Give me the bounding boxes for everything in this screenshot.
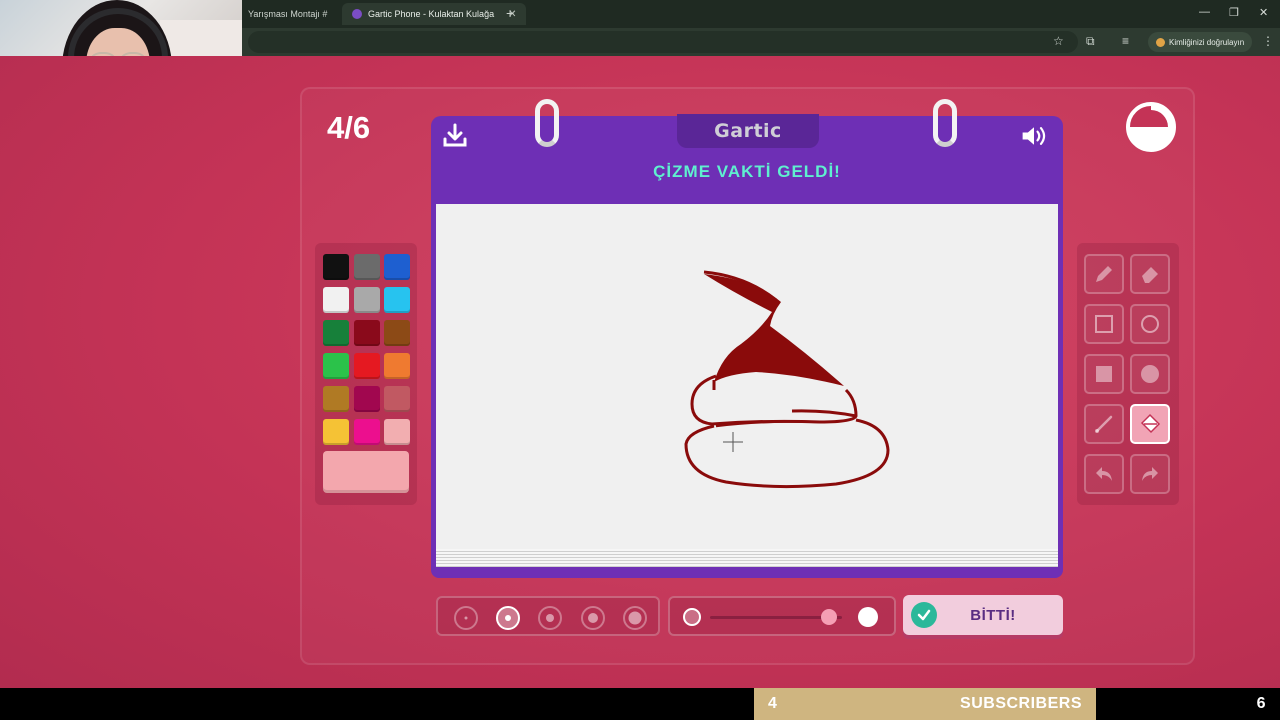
favicon-icon <box>352 9 362 19</box>
bookmark-star-icon[interactable]: ☆ <box>1053 34 1064 48</box>
rect-fill-icon <box>1096 366 1112 382</box>
timer-icon <box>1126 102 1176 152</box>
color-swatch[interactable] <box>384 419 410 445</box>
redo-icon <box>1142 467 1158 481</box>
color-swatch[interactable] <box>353 386 380 412</box>
checkmark-icon <box>911 602 937 628</box>
stroke <box>791 409 857 418</box>
high-opacity-icon <box>858 607 878 627</box>
subscriber-current: 4 <box>768 695 778 712</box>
restore-icon[interactable]: ❐ <box>1229 6 1239 19</box>
color-swatch[interactable] <box>323 419 349 445</box>
pencil-icon <box>1096 266 1112 282</box>
download-icon[interactable] <box>441 123 469 149</box>
notebook-ring-right <box>933 99 957 147</box>
color-swatch[interactable] <box>353 254 380 280</box>
stroke <box>690 374 858 426</box>
stroke <box>684 418 890 489</box>
pencil-tool[interactable] <box>1084 254 1124 294</box>
profile-verify-button[interactable]: Kimliğinizi doğrulayın <box>1148 32 1253 52</box>
crosshair-cursor-icon <box>723 432 743 452</box>
color-swatch[interactable] <box>384 320 410 346</box>
eraser-icon <box>1142 267 1158 283</box>
notebook-ring-left <box>535 99 559 147</box>
close-window-icon[interactable]: ✕ <box>1259 6 1268 19</box>
done-label: BİTTİ! <box>970 606 1016 624</box>
fill-bucket-icon <box>1140 413 1161 434</box>
brush-size-1[interactable] <box>454 606 478 630</box>
undo-icon <box>1096 467 1112 481</box>
circle-fill-icon <box>1141 365 1159 383</box>
circle-fill-tool[interactable] <box>1130 354 1170 394</box>
opacity-knob[interactable] <box>820 609 837 625</box>
color-swatch[interactable] <box>384 254 410 280</box>
color-swatch[interactable] <box>353 353 380 379</box>
hat-tip-shape <box>704 274 844 386</box>
drawing-strokes <box>684 270 890 489</box>
color-swatch[interactable] <box>384 386 410 412</box>
rectangle-fill-tool[interactable] <box>1084 354 1124 394</box>
brush-size-5[interactable] <box>623 606 647 630</box>
color-swatch[interactable] <box>353 419 380 445</box>
stream-footer: 4 SUBSCRIBERS 6 <box>0 688 1280 720</box>
browser-tab-2[interactable]: Gartic Phone - Kulaktan Kulağa ✕ <box>342 3 527 25</box>
line-icon <box>1095 415 1113 433</box>
tab-title: Gartic Phone - Kulaktan Kulağa <box>368 9 495 19</box>
color-swatch[interactable] <box>353 287 380 313</box>
subscriber-goal: 6 <box>1256 695 1266 712</box>
undo-tool[interactable] <box>1084 454 1124 494</box>
fill-bucket-tool[interactable] <box>1130 404 1170 444</box>
color-swatch[interactable] <box>323 386 349 412</box>
line-tool[interactable] <box>1084 404 1124 444</box>
subscriber-counter: 4 SUBSCRIBERS 6 <box>754 688 1280 720</box>
color-swatch[interactable] <box>353 320 380 346</box>
done-button[interactable]: BİTTİ! <box>903 595 1063 635</box>
verify-label: Kimliğinizi doğrulayın <box>1169 37 1245 47</box>
sound-icon[interactable] <box>1020 123 1048 149</box>
brush-size-4[interactable] <box>581 606 605 630</box>
opacity-slider[interactable] <box>668 596 896 636</box>
color-swatch[interactable] <box>384 287 410 313</box>
brush-size-2[interactable] <box>496 606 520 630</box>
rectangle-outline-tool[interactable] <box>1084 304 1124 344</box>
profile-icon <box>1156 37 1165 47</box>
address-bar[interactable] <box>248 31 1078 53</box>
subscriber-label: SUBSCRIBERS <box>960 695 1082 712</box>
selected-color-preview <box>323 451 409 493</box>
brush-size-selector <box>436 596 660 636</box>
color-swatch[interactable] <box>384 353 410 379</box>
new-tab-icon[interactable]: + <box>506 5 514 21</box>
gartic-logo: Gartic <box>714 120 782 142</box>
circle-outline-icon <box>1141 315 1159 333</box>
color-swatch[interactable] <box>323 287 349 313</box>
extensions-icon[interactable]: ⧉ <box>1086 34 1095 49</box>
drawing-canvas[interactable] <box>436 204 1058 549</box>
low-opacity-icon <box>683 608 701 626</box>
logo-tab: Gartic <box>677 114 819 148</box>
game-area: 4/6 Gartic ÇİZME VAKTİ GELDİ! BİTTİ! <box>0 56 1280 688</box>
notebook-page-edges <box>436 549 1058 567</box>
brush-size-3[interactable] <box>538 606 562 630</box>
menu-dots-icon[interactable]: ⋮ <box>1262 34 1274 48</box>
media-icon[interactable]: ≡ <box>1122 34 1129 48</box>
redo-tool[interactable] <box>1130 454 1170 494</box>
rect-outline-icon <box>1095 315 1113 333</box>
prompt-title: ÇİZME VAKTİ GELDİ! <box>653 162 841 181</box>
eraser-tool[interactable] <box>1130 254 1170 294</box>
color-swatch[interactable] <box>323 320 349 346</box>
round-counter: 4/6 <box>327 110 371 145</box>
color-swatch[interactable] <box>323 353 349 379</box>
circle-outline-tool[interactable] <box>1130 304 1170 344</box>
color-swatch[interactable] <box>323 254 349 280</box>
tab-title: Yarışması Montajı # <box>248 9 328 19</box>
minimize-icon[interactable]: — <box>1199 6 1210 18</box>
